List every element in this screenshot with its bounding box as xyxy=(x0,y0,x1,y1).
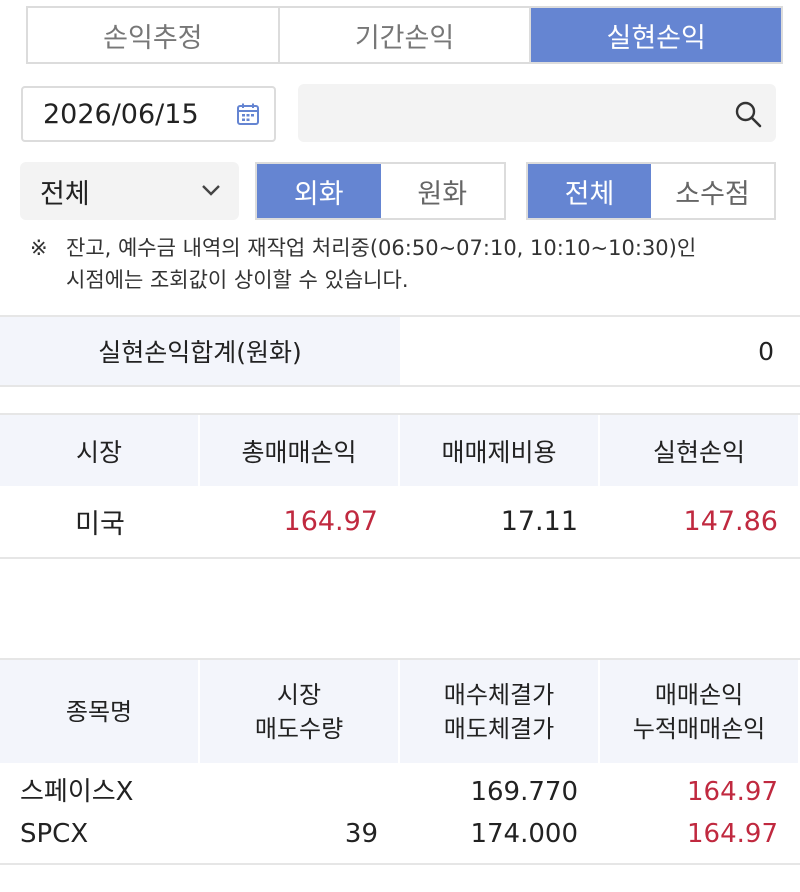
header-buy-price-label: 매수체결가 xyxy=(443,680,555,709)
header-stock-name-label: 종목명 xyxy=(65,697,133,726)
stock-sell-price: 174.000 xyxy=(470,819,578,849)
market-select[interactable]: 전체 xyxy=(20,162,239,220)
summary-value: 0 xyxy=(758,336,774,366)
stock-table: 종목명 시장 매도수량 매수체결가 매도체결가 매매손익 누적매매손익 스페이스… xyxy=(0,658,800,865)
header-fees: 매매제비용 xyxy=(400,415,600,486)
stock-trade-pl: 164.97 xyxy=(687,777,778,807)
summary-label: 실현손익합계(원화) xyxy=(0,317,400,385)
notice-text: ※ 잔고, 예수금 내역의 재작업 처리중(06:50~07:10, 10:10… xyxy=(30,232,770,296)
cell-prices: 169.770 174.000 xyxy=(400,763,600,863)
stock-table-header: 종목명 시장 매도수량 매수체결가 매도체결가 매매손익 누적매매손익 xyxy=(0,658,800,763)
market-table-header: 시장 총매매손익 매매제비용 실현손익 xyxy=(0,413,800,486)
tab-estimated-pl[interactable]: 손익추정 xyxy=(28,8,280,62)
notice-mark: ※ xyxy=(30,236,48,260)
cell-market: 미국 xyxy=(75,509,125,540)
cell-realized-pl: 147.86 xyxy=(683,506,778,537)
search-input[interactable] xyxy=(298,84,776,142)
stock-name: 스페이스X xyxy=(20,777,134,807)
table-row[interactable]: 미국 164.97 17.11 147.86 xyxy=(0,486,800,559)
cell-pl: 164.97 164.97 xyxy=(600,763,800,863)
stock-buy-price: 169.770 xyxy=(470,777,578,807)
currency-foreign-button[interactable]: 외화 xyxy=(257,164,381,218)
tab-period-pl[interactable]: 기간손익 xyxy=(279,8,532,62)
date-field[interactable]: 2026/06/15 xyxy=(21,86,276,142)
stock-sell-qty: 39 xyxy=(344,819,378,849)
stock-ticker: SPCX xyxy=(20,819,89,849)
decimal-fraction-button[interactable]: 소수점 xyxy=(651,164,774,218)
calendar-icon[interactable] xyxy=(236,102,260,126)
header-sell-qty-label: 매도수량 xyxy=(254,714,344,743)
decimal-all-button[interactable]: 전체 xyxy=(528,164,651,218)
cell-total-pl: 164.97 xyxy=(283,506,378,537)
search-icon[interactable] xyxy=(734,100,762,128)
header-prices: 매수체결가 매도체결가 xyxy=(400,660,600,763)
currency-won-button[interactable]: 원화 xyxy=(380,164,504,218)
header-realized-pl: 실현손익 xyxy=(600,415,800,486)
cell-fees: 17.11 xyxy=(500,506,578,537)
view-tabs: 손익추정 기간손익 실현손익 xyxy=(26,6,783,64)
table-row[interactable]: 스페이스X SPCX 39 169.770 174.000 164.97 164… xyxy=(0,763,800,865)
notice-line-2: 시점에는 조회값이 상이할 수 있습니다. xyxy=(66,268,409,292)
header-market-label: 시장 xyxy=(276,680,322,709)
header-stock-name: 종목명 xyxy=(0,660,200,763)
header-sell-price-label: 매도체결가 xyxy=(443,714,555,743)
tab-realized-pl[interactable]: 실현손익 xyxy=(531,8,782,62)
cell-market-qty: 39 xyxy=(200,763,400,863)
stock-cum-pl: 164.97 xyxy=(687,819,778,849)
header-total-pl: 총매매손익 xyxy=(200,415,400,486)
date-value: 2026/06/15 xyxy=(43,98,199,130)
chevron-down-icon xyxy=(202,185,220,196)
market-table: 시장 총매매손익 매매제비용 실현손익 미국 164.97 17.11 147.… xyxy=(0,413,800,559)
realized-pl-summary: 실현손익합계(원화) 0 xyxy=(0,315,800,387)
currency-toggle: 외화 원화 xyxy=(255,162,506,220)
header-cum-pl-label: 누적매매손익 xyxy=(632,714,766,743)
market-select-value: 전체 xyxy=(40,178,90,210)
cell-stock: 스페이스X SPCX xyxy=(0,763,200,863)
decimal-toggle: 전체 소수점 xyxy=(526,162,776,220)
header-trade-pl-label: 매매손익 xyxy=(654,680,744,709)
header-market-qty: 시장 매도수량 xyxy=(200,660,400,763)
header-pl: 매매손익 누적매매손익 xyxy=(600,660,800,763)
notice-line-1: 잔고, 예수금 내역의 재작업 처리중(06:50~07:10, 10:10~1… xyxy=(66,236,697,260)
header-market: 시장 xyxy=(0,415,200,486)
